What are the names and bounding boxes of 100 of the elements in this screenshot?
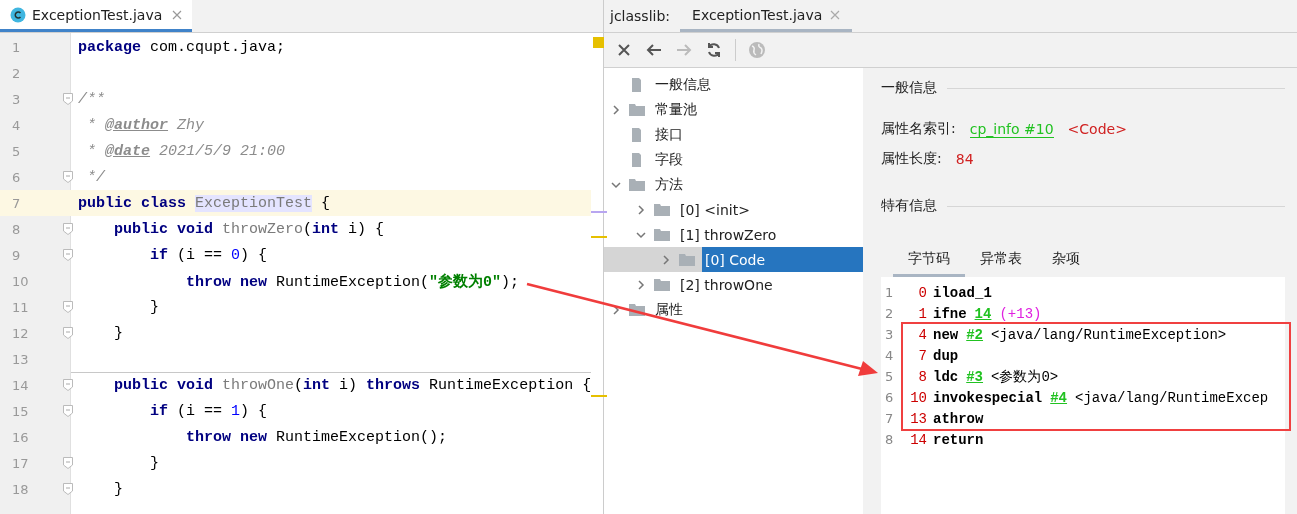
line-number: 3	[12, 91, 21, 107]
line-number: 5	[12, 143, 21, 159]
tree-item[interactable]: [1] throwZero	[677, 224, 780, 245]
warning-marker[interactable]	[593, 37, 605, 48]
line-number: 9	[12, 247, 21, 263]
class-file-tab[interactable]: ExceptionTest.java	[680, 0, 853, 32]
line-number: 7	[885, 410, 895, 428]
error-stripe-mark[interactable]	[591, 236, 608, 238]
folder-icon	[653, 226, 671, 243]
fold-marker-icon[interactable]	[63, 171, 73, 183]
bytecode-index: 0	[917, 284, 927, 301]
code-line: }	[113, 324, 123, 342]
line-number: 12	[12, 325, 29, 341]
instruction: ldc	[933, 368, 959, 385]
operand-comment: <java/lang/RuntimeExcep	[1075, 389, 1269, 406]
bytecode-index: 13	[909, 410, 927, 427]
tree-item[interactable]: 常量池	[652, 98, 700, 121]
chevron-right-icon[interactable]	[610, 103, 622, 116]
tree-item[interactable]: [0] Code	[702, 247, 863, 272]
fold-marker-icon[interactable]	[63, 93, 73, 105]
fold-marker-icon[interactable]	[63, 379, 73, 391]
code-line: package com.cqupt.java;	[78, 38, 286, 56]
tree-item[interactable]: [0] <init>	[677, 199, 753, 220]
fold-marker-icon[interactable]	[63, 249, 73, 261]
fold-marker-icon[interactable]	[63, 483, 73, 495]
close-icon[interactable]	[172, 9, 183, 20]
refresh-icon[interactable]	[705, 41, 723, 59]
line-number: 7	[12, 195, 21, 211]
code-line: }	[113, 480, 123, 498]
line-number: 3	[885, 326, 895, 344]
line-number: 2	[12, 65, 21, 81]
bytecode-index: 10	[909, 389, 927, 406]
error-stripe-mark[interactable]	[591, 211, 608, 213]
detail-tab[interactable]: 异常表	[965, 246, 1037, 277]
code-line: public void throwOne(int i) throws RuntimeException {	[113, 377, 592, 394]
tree-item[interactable]: 一般信息	[652, 73, 714, 96]
line-number: 14	[12, 377, 29, 393]
class-file-icon	[10, 6, 26, 23]
code-line: public void throwZero(int i) {	[113, 220, 385, 238]
line-number: 1	[12, 39, 21, 55]
bytecode-index: 7	[917, 347, 927, 364]
instruction: dup	[933, 347, 959, 364]
instruction: athrow	[933, 410, 984, 427]
code-line: /**	[78, 90, 105, 108]
tree-item[interactable]: 接口	[652, 123, 686, 146]
chevron-right-icon[interactable]	[635, 278, 647, 291]
operand-comment: <参数为0>	[991, 367, 1059, 386]
operand-comment: <java/lang/RuntimeException>	[991, 326, 1227, 343]
line-number: 4	[885, 347, 895, 365]
line-number: 16	[12, 429, 29, 445]
code-line: */	[86, 168, 105, 186]
instruction: iload_1	[933, 284, 992, 301]
code-line: throw new RuntimeException("参数为0");	[185, 272, 520, 291]
bytecode-index: 8	[917, 368, 927, 385]
attribute-label: 属性长度:	[881, 150, 942, 168]
instruction: ifne	[933, 305, 967, 322]
attribute-value: <Code>	[1067, 121, 1127, 137]
folder-icon	[653, 276, 671, 293]
attribute-label: 属性名索引:	[881, 120, 956, 138]
line-number: 13	[12, 351, 29, 367]
detail-tab[interactable]: 杂项	[1037, 246, 1095, 277]
attribute-value: 84	[955, 151, 974, 167]
code-line: }	[149, 454, 159, 472]
chevron-right-icon[interactable]	[660, 253, 672, 266]
bytecode-index: 4	[917, 326, 927, 343]
line-number: 8	[885, 431, 895, 449]
bytecode-index: 1	[917, 305, 927, 322]
fold-marker-icon[interactable]	[63, 301, 73, 313]
line-number: 11	[12, 299, 29, 315]
line-number: 4	[12, 117, 21, 133]
code-line: throw new RuntimeException();	[185, 428, 448, 446]
fold-marker-icon[interactable]	[63, 327, 73, 339]
tree-item[interactable]: 方法	[652, 173, 686, 196]
line-number: 2	[885, 305, 895, 323]
chevron-right-icon[interactable]	[635, 203, 647, 216]
code-line: if (i == 1) {	[149, 402, 268, 420]
fold-marker-icon[interactable]	[63, 405, 73, 417]
folder-icon	[628, 176, 646, 193]
tree-item[interactable]: 字段	[652, 148, 686, 171]
instruction: new	[933, 326, 959, 343]
code-line: }	[149, 298, 159, 316]
line-number: 15	[12, 403, 29, 419]
line-number: 10	[12, 273, 29, 289]
error-stripe-mark[interactable]	[591, 395, 608, 397]
line-number: 5	[885, 368, 895, 386]
tool-window-title: jclasslib:	[610, 8, 671, 24]
line-number: 1	[885, 284, 895, 302]
code-line: * @author Zhy	[86, 116, 205, 134]
tree-item[interactable]: [2] throwOne	[677, 274, 776, 295]
line-number: 6	[12, 169, 21, 185]
instruction: invokespecial	[933, 389, 1043, 406]
jump-offset: (+13)	[999, 305, 1042, 322]
fold-marker-icon[interactable]	[63, 223, 73, 235]
tree-item[interactable]: 属性	[652, 298, 686, 321]
line-number: 17	[12, 455, 29, 471]
fold-marker-icon[interactable]	[63, 457, 73, 469]
bytecode-index: 14	[909, 431, 927, 448]
folder-icon	[628, 101, 646, 118]
folder-icon	[678, 251, 696, 268]
editor-tab[interactable]: ExceptionTest.java	[0, 0, 193, 32]
